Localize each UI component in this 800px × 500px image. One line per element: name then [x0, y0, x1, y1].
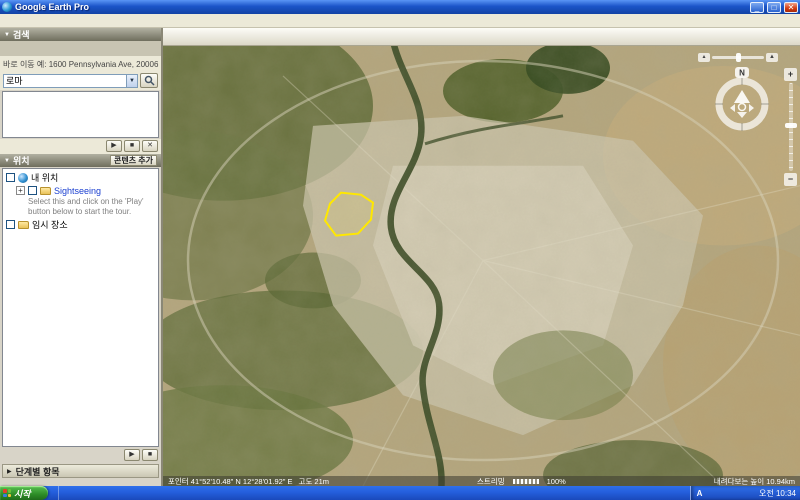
compass-navigation-control[interactable]: N [708, 66, 776, 134]
tilt-top-icon[interactable]: ▴ [698, 53, 710, 62]
ime-korean-indicator[interactable]: A [695, 489, 704, 498]
pointer-coordinates: 포인터 41°52'10.48" N 12°28'01.92" E [168, 476, 293, 487]
start-label: 시작 [14, 487, 31, 500]
expand-arrow-icon: ▶ [7, 468, 12, 475]
start-button[interactable]: 시작 [0, 486, 48, 500]
zoom-slider[interactable]: + − [784, 68, 797, 186]
delete-results-button[interactable]: ✕ [142, 140, 158, 152]
streaming-percent: 100% [547, 477, 566, 486]
search-input[interactable] [4, 75, 126, 87]
system-tray: A 오전 10:34 [690, 486, 800, 500]
zoom-in-button[interactable]: + [784, 68, 797, 81]
windows-flag-icon [3, 489, 11, 497]
window-title: Google Earth Pro [15, 2, 747, 12]
clock[interactable]: 오전 10:34 [759, 488, 796, 499]
search-result-controls: ▶ ■ ✕ [0, 139, 161, 154]
folder-icon [40, 187, 51, 195]
zoom-handle[interactable] [785, 123, 797, 128]
search-button[interactable] [140, 73, 158, 88]
search-tabs [0, 41, 161, 56]
search-combo: ▼ [3, 74, 138, 88]
zoom-out-button[interactable]: − [784, 173, 797, 186]
pan-right-arrow-icon[interactable] [749, 104, 754, 112]
minimize-button[interactable]: _ [750, 2, 764, 13]
close-button[interactable]: ✕ [784, 2, 798, 13]
pointer-elevation: 고도 21m [299, 476, 329, 487]
stop-tour-button[interactable]: ■ [124, 140, 140, 152]
sightseeing-label: Sightseeing [54, 186, 101, 196]
tilt-handle[interactable] [736, 53, 741, 62]
temporary-places-label: 임시 장소 [32, 218, 68, 231]
places-tree: 내 위치 + Sightseeing Select this and click… [2, 168, 159, 447]
task-buttons [61, 486, 686, 500]
play-tour-button[interactable]: ▶ [124, 449, 140, 461]
pan-left-arrow-icon[interactable] [730, 104, 735, 112]
satellite-map-view[interactable]: ▴ ▲ N [163, 46, 800, 486]
tree-item-temporary-places[interactable]: 임시 장소 [4, 218, 157, 231]
tilt-ground-icon[interactable]: ▲ [766, 53, 778, 62]
stop-tour-button[interactable]: ■ [142, 449, 158, 461]
combo-dropdown-icon[interactable]: ▼ [126, 75, 137, 87]
sidebar-footer [0, 479, 161, 486]
google-earth-window: Google Earth Pro _ □ ✕ ▼ 검색 바로 이동 예: 160… [0, 0, 800, 500]
play-tour-button[interactable]: ▶ [106, 140, 122, 152]
main-area: ▴ ▲ N [163, 28, 800, 486]
search-panel-header[interactable]: ▼ 검색 [0, 28, 161, 41]
sidebar: ▼ 검색 바로 이동 예: 1600 Pennsylvania Ave, 200… [0, 28, 163, 486]
folder-icon [18, 221, 29, 229]
my-places-label: 내 위치 [31, 171, 58, 184]
tree-item-sightseeing[interactable]: + Sightseeing [4, 184, 157, 197]
content: ▼ 검색 바로 이동 예: 1600 Pennsylvania Ave, 200… [0, 28, 800, 486]
layers-panel-header[interactable]: ▶ 단계별 항목 [2, 464, 159, 478]
menu-bar [0, 14, 800, 28]
app-globe-icon [2, 2, 12, 12]
tree-item-my-places[interactable]: 내 위치 [4, 171, 157, 184]
satellite-imagery [163, 46, 800, 486]
temporary-places-checkbox[interactable] [6, 220, 15, 229]
places-panel-title: 위치 [13, 154, 30, 167]
pan-down-arrow-icon[interactable] [737, 112, 747, 118]
my-places-globe-icon [18, 173, 28, 183]
search-hint: 바로 이동 예: 1600 Pennsylvania Ave, 20006 [0, 56, 161, 71]
tilt-slider[interactable]: ▴ ▲ [698, 52, 778, 62]
pan-up-arrow-icon[interactable] [734, 90, 750, 103]
search-icon [144, 75, 155, 86]
add-content-button[interactable]: 콘텐츠 추가 [110, 155, 157, 166]
tilt-track[interactable] [712, 56, 764, 59]
my-places-checkbox[interactable] [6, 173, 15, 182]
collapse-arrow-icon: ▼ [4, 32, 10, 38]
zoom-track[interactable] [789, 83, 793, 171]
streaming-label: 스트리밍 [477, 476, 505, 487]
title-bar: Google Earth Pro _ □ ✕ [0, 0, 800, 14]
search-results-list [2, 91, 159, 138]
layers-panel-title: 단계별 항목 [16, 465, 60, 478]
collapse-arrow-icon: ▼ [4, 158, 10, 164]
compass-north-label: N [739, 69, 745, 78]
sightseeing-description: Select this and click on the 'Play' butt… [4, 197, 157, 218]
quick-launch-bar [50, 486, 59, 500]
places-panel-header[interactable]: ▼ 위치 콘텐츠 추가 [0, 154, 161, 167]
eye-altitude: 내려다보는 높이 10.94km [714, 476, 795, 487]
toolbar [163, 28, 800, 46]
search-row: ▼ [0, 71, 161, 90]
streaming-meter [513, 479, 539, 484]
search-panel-title: 검색 [13, 28, 30, 41]
maximize-button[interactable]: □ [767, 2, 781, 13]
map-status-bar: 포인터 41°52'10.48" N 12°28'01.92" E 고도 21m… [163, 476, 800, 486]
expander-icon[interactable]: + [16, 186, 25, 195]
sightseeing-checkbox[interactable] [28, 186, 37, 195]
compass-center-ring[interactable] [739, 104, 746, 111]
places-tour-controls: ▶ ■ [0, 448, 161, 463]
windows-taskbar: 시작 A 오전 10:34 [0, 486, 800, 500]
